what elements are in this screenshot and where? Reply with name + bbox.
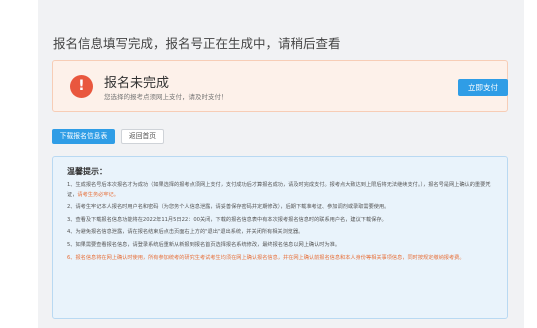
pay-now-button[interactable]: 立即支付 — [458, 79, 508, 96]
page-title: 报名信息填写完成，报名号正在生成中，请稍后查看 — [53, 36, 341, 51]
tip-item: 5、如果需要查看报名信息，请登录系统后重新从新报到报名首页选择报名系统修改，最终… — [67, 241, 341, 248]
tip-item: 3、查看及下载报名信息功能将在2022年11月5日22：00关闭，下载的报名信息… — [67, 216, 387, 223]
tip-item: 6、报名信息将在网上确认时使用，所有参加统考的研究生考试考生均须在网上确认报名信… — [67, 254, 465, 261]
status-title: 报名未完成 — [104, 76, 170, 91]
exclamation-icon: ! — [70, 75, 93, 98]
tips-title: 温馨提示： — [67, 167, 107, 176]
download-registration-button[interactable]: 下载报名信息表 — [52, 129, 115, 144]
return-home-button[interactable]: 返回首页 — [121, 129, 164, 144]
tip-item: 4、为避免报名信息泄露，请在报名结束后点击页面右上方的"退出"退出系统，并关闭所… — [67, 229, 304, 236]
tip-item: 1、生成报名号后本次报名才为成功（如果选择的报考点须网上支付，支付成功后才算报名… — [67, 182, 491, 198]
tip-highlight: 请考生务必牢记。 — [77, 191, 119, 198]
tips-panel: 温馨提示： 1、生成报名号后本次报名才为成功（如果选择的报考点须网上支付，支付成… — [52, 156, 508, 319]
status-card: ! 报名未完成 您选择的报考点须网上支付，请及时支付！ 立即支付 — [52, 60, 508, 112]
tip-item: 2、请考生牢记本人报名时用户名和密码（为您务个人信息泄露，请妥善保存密码并定期修… — [67, 204, 390, 211]
tips-list: 1、生成报名号后本次报名才为成功（如果选择的报考点须网上支付，支付成功后才算报名… — [67, 181, 497, 266]
status-subtitle: 您选择的报考点须网上支付，请及时支付！ — [104, 93, 228, 101]
